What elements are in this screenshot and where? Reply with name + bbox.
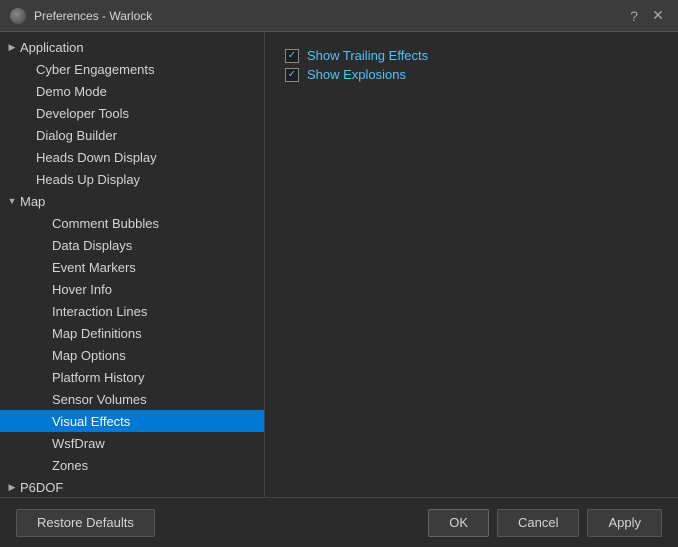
bottom-bar-left: Restore Defaults bbox=[16, 509, 428, 537]
content-scroll: Show Trailing Effects Show Explosions bbox=[285, 48, 658, 481]
apply-button[interactable]: Apply bbox=[587, 509, 662, 537]
sidebar-item-hover-info[interactable]: Hover Info bbox=[0, 278, 264, 300]
sidebar-item-map-options[interactable]: Map Options bbox=[0, 344, 264, 366]
bottom-bar: Restore Defaults OK Cancel Apply bbox=[0, 497, 678, 547]
sidebar-item-label: Event Markers bbox=[52, 260, 136, 275]
sidebar-item-label: Zones bbox=[52, 458, 88, 473]
sidebar-item-application[interactable]: ▶Application bbox=[0, 36, 264, 58]
sidebar-item-comment-bubbles[interactable]: Comment Bubbles bbox=[0, 212, 264, 234]
bottom-bar-right: OK Cancel Apply bbox=[428, 509, 662, 537]
sidebar-item-label: Platform History bbox=[52, 370, 144, 385]
sidebar-item-label: Map bbox=[20, 194, 45, 209]
sidebar-item-label: Hover Info bbox=[52, 282, 112, 297]
main-layout: ▶ApplicationCyber EngagementsDemo ModeDe… bbox=[0, 32, 678, 497]
ok-button[interactable]: OK bbox=[428, 509, 489, 537]
sidebar-item-heads-up-display[interactable]: Heads Up Display bbox=[0, 168, 264, 190]
checkbox-row-show-explosions: Show Explosions bbox=[285, 67, 658, 82]
cancel-button[interactable]: Cancel bbox=[497, 509, 579, 537]
sidebar-item-label: P6DOF bbox=[20, 480, 63, 495]
sidebar-item-zones[interactable]: Zones bbox=[0, 454, 264, 476]
sidebar-item-heads-down-display[interactable]: Heads Down Display bbox=[0, 146, 264, 168]
sidebar-item-label: Heads Down Display bbox=[36, 150, 157, 165]
app-icon bbox=[10, 8, 26, 24]
checkbox-label-show-explosions[interactable]: Show Explosions bbox=[307, 67, 406, 82]
sidebar-item-label: Cyber Engagements bbox=[36, 62, 155, 77]
sidebar-item-wsfdraw[interactable]: WsfDraw bbox=[0, 432, 264, 454]
sidebar: ▶ApplicationCyber EngagementsDemo ModeDe… bbox=[0, 32, 265, 497]
restore-defaults-button[interactable]: Restore Defaults bbox=[16, 509, 155, 537]
sidebar-item-label: Developer Tools bbox=[36, 106, 129, 121]
sidebar-item-data-displays[interactable]: Data Displays bbox=[0, 234, 264, 256]
sidebar-item-label: Visual Effects bbox=[52, 414, 130, 429]
sidebar-item-platform-history[interactable]: Platform History bbox=[0, 366, 264, 388]
sidebar-item-label: Heads Up Display bbox=[36, 172, 140, 187]
help-button[interactable]: ? bbox=[624, 6, 644, 26]
close-button[interactable]: ✕ bbox=[648, 6, 668, 26]
checkbox-row-show-trailing-effects: Show Trailing Effects bbox=[285, 48, 658, 63]
sidebar-item-developer-tools[interactable]: Developer Tools bbox=[0, 102, 264, 124]
content-area: Show Trailing Effects Show Explosions bbox=[265, 32, 678, 497]
sidebar-item-label: Map Definitions bbox=[52, 326, 142, 341]
checkbox-label-show-trailing-effects[interactable]: Show Trailing Effects bbox=[307, 48, 428, 63]
expand-icon[interactable]: ▶ bbox=[4, 479, 20, 495]
window-title: Preferences - Warlock bbox=[34, 9, 624, 23]
sidebar-item-label: Application bbox=[20, 40, 84, 55]
sidebar-item-label: Data Displays bbox=[52, 238, 132, 253]
sidebar-item-sensor-volumes[interactable]: Sensor Volumes bbox=[0, 388, 264, 410]
title-bar: Preferences - Warlock ? ✕ bbox=[0, 0, 678, 32]
expand-icon[interactable]: ▶ bbox=[4, 39, 20, 55]
sidebar-item-demo-mode[interactable]: Demo Mode bbox=[0, 80, 264, 102]
collapse-icon[interactable]: ▼ bbox=[4, 193, 20, 209]
sidebar-item-cyber-engagements[interactable]: Cyber Engagements bbox=[0, 58, 264, 80]
sidebar-item-p6dof[interactable]: ▶P6DOF bbox=[0, 476, 264, 497]
checkbox-show-trailing-effects[interactable] bbox=[285, 49, 299, 63]
sidebar-item-label: Dialog Builder bbox=[36, 128, 117, 143]
sidebar-item-event-markers[interactable]: Event Markers bbox=[0, 256, 264, 278]
sidebar-item-label: Comment Bubbles bbox=[52, 216, 159, 231]
title-bar-buttons: ? ✕ bbox=[624, 6, 668, 26]
sidebar-item-interaction-lines[interactable]: Interaction Lines bbox=[0, 300, 264, 322]
sidebar-item-label: Interaction Lines bbox=[52, 304, 147, 319]
checkbox-show-explosions[interactable] bbox=[285, 68, 299, 82]
sidebar-item-visual-effects[interactable]: Visual Effects bbox=[0, 410, 264, 432]
sidebar-item-label: WsfDraw bbox=[52, 436, 105, 451]
sidebar-item-label: Sensor Volumes bbox=[52, 392, 147, 407]
sidebar-item-label: Map Options bbox=[52, 348, 126, 363]
sidebar-item-dialog-builder[interactable]: Dialog Builder bbox=[0, 124, 264, 146]
sidebar-item-map[interactable]: ▼Map bbox=[0, 190, 264, 212]
sidebar-item-label: Demo Mode bbox=[36, 84, 107, 99]
sidebar-item-map-definitions[interactable]: Map Definitions bbox=[0, 322, 264, 344]
